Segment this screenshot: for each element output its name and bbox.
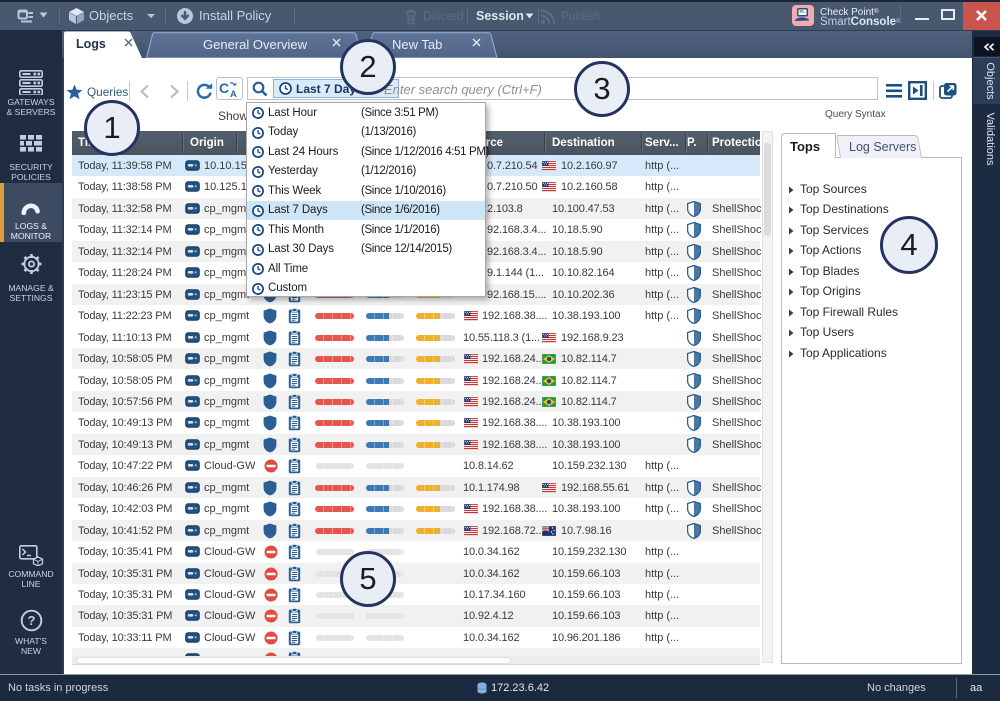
svg-text:A: A: [230, 89, 237, 98]
svg-text:C: C: [219, 80, 229, 96]
